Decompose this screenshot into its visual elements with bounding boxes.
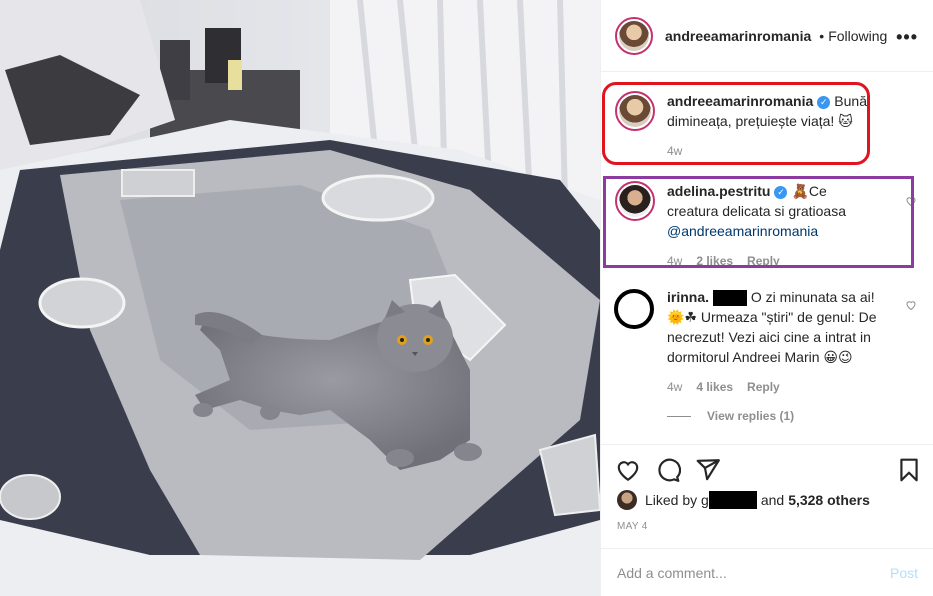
view-replies-label: View replies (1): [707, 409, 795, 423]
likes-count[interactable]: 5,328 others: [788, 492, 870, 508]
author-avatar[interactable]: [615, 16, 653, 55]
redaction-box: [708, 491, 757, 509]
likes-summary[interactable]: Liked by g and 5,328 others: [617, 490, 870, 510]
header-separator: •: [819, 27, 825, 44]
post-button[interactable]: Post: [890, 565, 918, 581]
caption-comment: andreeamarinromania ✓ Bună dimineața, preț…: [615, 91, 925, 161]
comment-likes[interactable]: 4 likes: [696, 377, 733, 397]
comments-list: andreeamarinromania ✓ Bună dimineața, preț…: [601, 73, 933, 443]
add-comment-bar: Post: [601, 548, 933, 596]
comment-like-heart-icon[interactable]: [905, 299, 917, 311]
post-date[interactable]: MAY 4: [617, 521, 648, 532]
bookmark-icon[interactable]: [896, 457, 922, 483]
likes-prefix: Liked by g: [645, 492, 709, 508]
verified-badge-icon: ✓: [817, 95, 831, 109]
verified-badge-icon: ✓: [774, 185, 788, 199]
mention-link[interactable]: @andreeamarinromania: [667, 223, 818, 239]
replies-divider: [667, 415, 691, 417]
reply-button[interactable]: Reply: [747, 251, 780, 271]
heart-icon[interactable]: [615, 457, 641, 483]
view-replies-button[interactable]: View replies (1): [667, 409, 794, 423]
author-username[interactable]: andreeamarinromania: [665, 28, 811, 44]
caption-avatar[interactable]: [615, 91, 655, 131]
redaction-box: [713, 290, 748, 307]
comment-icon[interactable]: [655, 457, 681, 483]
comment-input[interactable]: [617, 564, 877, 581]
commenter-avatar[interactable]: [615, 287, 655, 327]
post-sidebar: andreeamarinromania • Following ••• andr…: [600, 0, 933, 596]
likes-and: and: [760, 492, 785, 508]
comment-item: irinna. O zi minunata sa ai! 🌞☘ Urmeaza …: [615, 287, 925, 397]
comment-age[interactable]: 4w: [667, 251, 682, 271]
post-actions: [601, 444, 933, 492]
comment-like-heart-icon[interactable]: [905, 195, 917, 207]
post-header: andreeamarinromania • Following •••: [601, 0, 933, 72]
commenter-username[interactable]: adelina.pestritu: [667, 183, 770, 199]
cat-on-bed-image: [0, 0, 600, 596]
liker-avatar[interactable]: [617, 490, 637, 510]
paper-plane-icon[interactable]: [695, 457, 721, 483]
comment-age[interactable]: 4w: [667, 377, 682, 397]
more-options-icon[interactable]: •••: [896, 27, 918, 48]
post-photo[interactable]: [0, 0, 600, 596]
commenter-username[interactable]: irinna.: [667, 289, 709, 305]
comment-likes[interactable]: 2 likes: [696, 251, 733, 271]
comment-item: adelina.pestritu ✓ 🧸Ce creatura delicata s…: [615, 181, 925, 271]
following-button[interactable]: Following: [828, 28, 887, 44]
caption-username[interactable]: andreeamarinromania: [667, 93, 813, 109]
commenter-avatar[interactable]: [615, 181, 655, 221]
reply-button[interactable]: Reply: [747, 377, 780, 397]
caption-age[interactable]: 4w: [667, 141, 682, 161]
